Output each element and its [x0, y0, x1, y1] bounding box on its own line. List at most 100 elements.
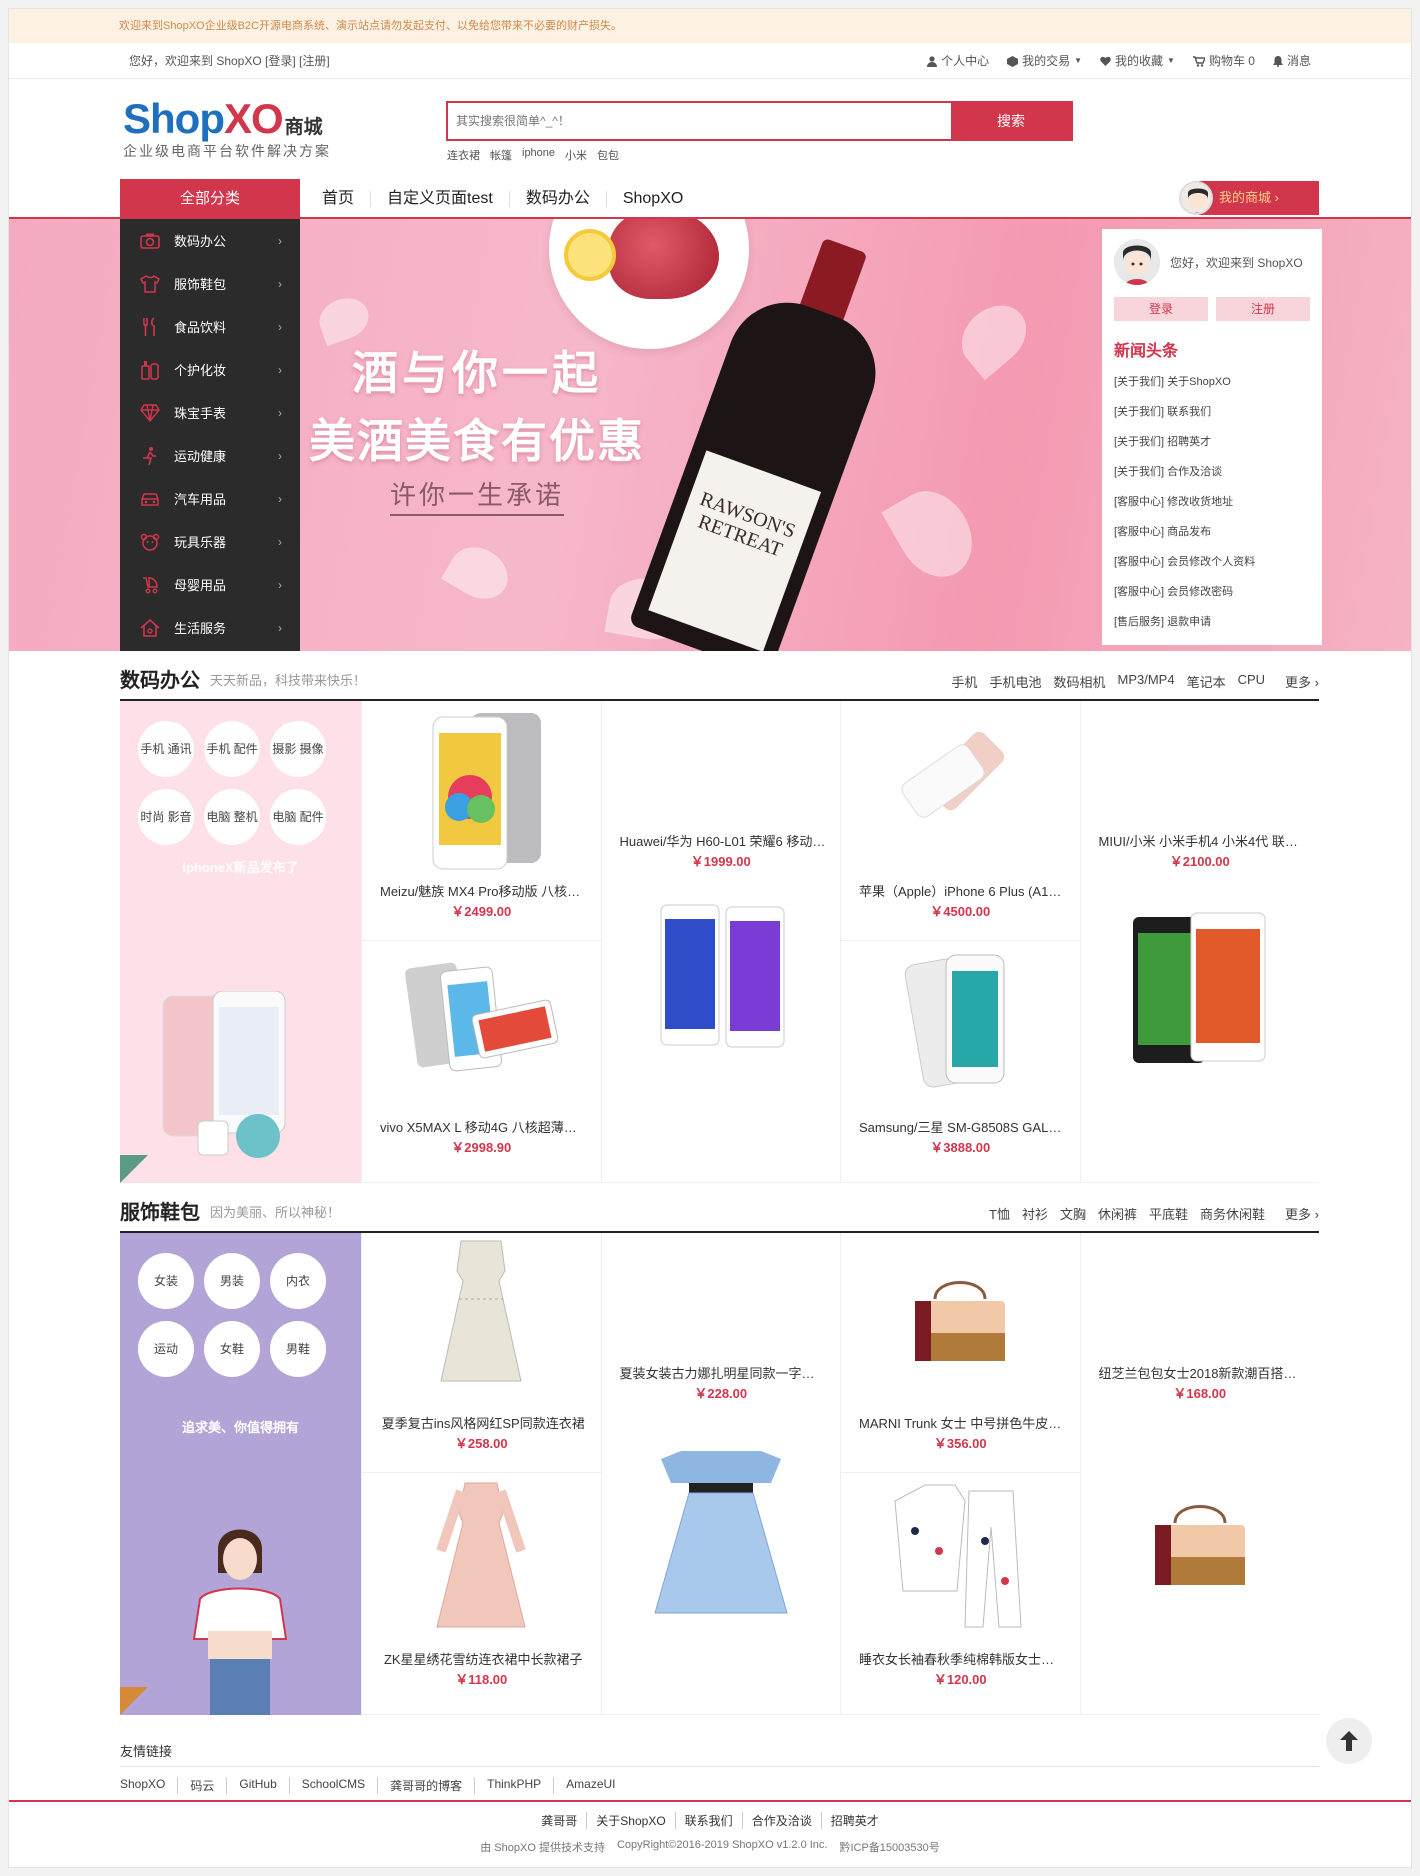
category-clothing[interactable]: 服饰鞋包 ›: [120, 262, 300, 305]
footer-link[interactable]: 关于ShopXO: [586, 1812, 674, 1829]
product-name[interactable]: vivo X5MAX L 移动4G 八核超薄大屏手机: [380, 1117, 587, 1136]
keyword-link[interactable]: CPU: [1238, 672, 1265, 691]
keyword-link[interactable]: 衬衫: [1022, 1204, 1048, 1223]
subcategory-circle[interactable]: 手机 配件: [204, 721, 260, 777]
friend-link[interactable]: SchoolCMS: [288, 1777, 377, 1794]
product-name[interactable]: 苹果（Apple）iPhone 6 Plus (A1524)移动联通电信4G手机: [859, 881, 1066, 900]
product-card[interactable]: Huawei/华为 H60-L01 荣耀6 移动4G版智能手机 ￥1999.00: [600, 701, 840, 1183]
subcategory-circle[interactable]: 内衣: [270, 1253, 326, 1309]
friend-link[interactable]: AmazeUI: [553, 1777, 627, 1794]
category-life[interactable]: 生活服务 ›: [120, 606, 300, 649]
subcategory-circle[interactable]: 男鞋: [270, 1321, 326, 1377]
my-favorites-link[interactable]: 我的收藏 ▼: [1100, 43, 1175, 79]
keyword-link[interactable]: MP3/MP4: [1118, 672, 1175, 691]
promo-panel[interactable]: 手机 通讯 手机 配件 摄影 摄像 时尚 影音 电脑 整机 电脑 配件 ipho…: [120, 701, 361, 1183]
news-item[interactable]: [关于我们] 关于ShopXO: [1114, 367, 1310, 397]
category-food[interactable]: 食品饮料 ›: [120, 305, 300, 348]
subcategory-circle[interactable]: 女装: [138, 1253, 194, 1309]
category-jewelry[interactable]: 珠宝手表 ›: [120, 391, 300, 434]
subcategory-circle[interactable]: 时尚 影音: [138, 789, 194, 845]
keyword-link[interactable]: 休闲裤: [1098, 1204, 1137, 1223]
friend-link[interactable]: GitHub: [226, 1777, 288, 1794]
login-button[interactable]: 登录: [1114, 297, 1208, 321]
register-button[interactable]: 注册: [1216, 297, 1310, 321]
keyword-link[interactable]: T恤: [989, 1204, 1010, 1223]
friend-link[interactable]: 龚哥哥的博客: [377, 1777, 474, 1794]
product-card[interactable]: ZK星星绣花雪纺连衣裙中长款裙子 ￥118.00: [361, 1473, 601, 1715]
keyword-link[interactable]: 数码相机: [1053, 672, 1105, 691]
product-name[interactable]: Samsung/三星 SM-G8508S GALAXY Alpha四核智能手机: [859, 1117, 1066, 1136]
product-card[interactable]: MIUI/小米 小米手机4 小米4代 联通4G智能手机 ￥2100.00: [1079, 701, 1319, 1183]
top-greeting[interactable]: 您好，欢迎来到 ShopXO [登录] [注册]: [129, 43, 330, 79]
search-button[interactable]: 搜索: [951, 103, 1071, 139]
footer-link[interactable]: 合作及洽谈: [741, 1812, 821, 1829]
category-cosmetics[interactable]: 个护化妆 ›: [120, 348, 300, 391]
category-baby[interactable]: 母婴用品 ›: [120, 563, 300, 606]
section-title[interactable]: 服饰鞋包: [120, 1196, 200, 1225]
product-name[interactable]: 夏季复古ins风格网红SP同款连衣裙: [380, 1413, 587, 1432]
news-item[interactable]: [客服中心] 会员修改密码: [1114, 577, 1310, 607]
search-input[interactable]: [448, 103, 951, 139]
keyword-link[interactable]: 笔记本: [1187, 672, 1226, 691]
news-item[interactable]: [关于我们] 合作及洽谈: [1114, 457, 1310, 487]
news-item[interactable]: [客服中心] 修改收货地址: [1114, 487, 1310, 517]
category-auto[interactable]: 汽车用品 ›: [120, 477, 300, 520]
friend-link[interactable]: ShopXO: [120, 1777, 177, 1794]
subcategory-circle[interactable]: 运动: [138, 1321, 194, 1377]
hero-banner[interactable]: RAWSON'S RETREAT 酒与你一起 美酒美食有优惠 许你一生承诺 数码…: [9, 219, 1411, 651]
powered-by-link[interactable]: 由 ShopXO 提供技术支持: [480, 1839, 605, 1855]
product-name[interactable]: 夏装女装古力娜扎明星同款一字领连衣裙: [620, 1363, 827, 1382]
product-name[interactable]: 睡衣女长袖春秋季纯棉韩版女士家居服: [859, 1649, 1066, 1668]
hot-word[interactable]: 帐篷: [490, 147, 512, 163]
promo-panel[interactable]: 女装 男装 内衣 运动 女鞋 男鞋 追求美、你值得拥有: [120, 1233, 361, 1715]
product-card[interactable]: 夏装女装古力娜扎明星同款一字领连衣裙 ￥228.00: [600, 1233, 840, 1715]
cart-link[interactable]: 购物车 0: [1192, 43, 1255, 79]
product-card[interactable]: 夏季复古ins风格网红SP同款连衣裙 ￥258.00: [361, 1233, 601, 1473]
subcategory-circle[interactable]: 男装: [204, 1253, 260, 1309]
product-name[interactable]: Meizu/魅族 MX4 Pro移动版 八核大屏智能手机: [380, 881, 587, 900]
my-store-button[interactable]: 我的商城 ›: [1199, 181, 1319, 215]
logo[interactable]: ShopXO 商城 企业级电商平台软件解决方案: [123, 95, 331, 161]
product-card[interactable]: Meizu/魅族 MX4 Pro移动版 八核大屏智能手机 ￥2499.00: [361, 701, 601, 941]
footer-link[interactable]: 联系我们: [674, 1812, 742, 1829]
subcategory-circle[interactable]: 摄影 摄像: [270, 721, 326, 777]
hot-word[interactable]: 包包: [597, 147, 619, 163]
more-link[interactable]: 更多 ›: [1285, 672, 1319, 691]
product-card[interactable]: Samsung/三星 SM-G8508S GALAXY Alpha四核智能手机 …: [840, 941, 1080, 1183]
product-name[interactable]: Huawei/华为 H60-L01 荣耀6 移动4G版智能手机: [620, 831, 827, 850]
keyword-link[interactable]: 商务休闲鞋: [1200, 1204, 1265, 1223]
news-item[interactable]: [售后服务] 退款申请: [1114, 607, 1310, 637]
footer-link[interactable]: 招聘英才: [820, 1812, 888, 1829]
product-name[interactable]: MIUI/小米 小米手机4 小米4代 联通4G智能手机: [1099, 831, 1306, 850]
icp-link[interactable]: 黔ICP备15003530号: [839, 1839, 939, 1855]
hot-word[interactable]: 小米: [565, 147, 587, 163]
more-link[interactable]: 更多 ›: [1285, 1204, 1319, 1223]
hot-word[interactable]: iphone: [522, 147, 555, 163]
product-card[interactable]: vivo X5MAX L 移动4G 八核超薄大屏手机 ￥2998.90: [361, 941, 601, 1183]
product-name[interactable]: MARNI Trunk 女士 中号拼色牛皮斜挎包: [859, 1413, 1066, 1432]
all-categories-button[interactable]: 全部分类: [120, 179, 300, 219]
product-name[interactable]: 纽芝兰包包女士2018新款潮百搭斜挎包: [1099, 1363, 1306, 1382]
subcategory-circle[interactable]: 手机 通讯: [138, 721, 194, 777]
product-card[interactable]: 苹果（Apple）iPhone 6 Plus (A1524)移动联通电信4G手机…: [840, 701, 1080, 941]
category-sports[interactable]: 运动健康 ›: [120, 434, 300, 477]
product-card[interactable]: 睡衣女长袖春秋季纯棉韩版女士家居服 ￥120.00: [840, 1473, 1080, 1715]
subcategory-circle[interactable]: 电脑 整机: [204, 789, 260, 845]
subcategory-circle[interactable]: 电脑 配件: [270, 789, 326, 845]
keyword-link[interactable]: 手机: [951, 672, 977, 691]
news-item[interactable]: [客服中心] 商品发布: [1114, 517, 1310, 547]
subcategory-circle[interactable]: 女鞋: [204, 1321, 260, 1377]
product-card[interactable]: MARNI Trunk 女士 中号拼色牛皮斜挎包 ￥356.00: [840, 1233, 1080, 1473]
nav-shopxo[interactable]: ShopXO: [605, 191, 699, 207]
news-item[interactable]: [关于我们] 联系我们: [1114, 397, 1310, 427]
product-name[interactable]: ZK星星绣花雪纺连衣裙中长款裙子: [380, 1649, 587, 1668]
nav-home[interactable]: 首页: [314, 191, 370, 207]
news-item[interactable]: [关于我们] 招聘英才: [1114, 427, 1310, 457]
category-digital[interactable]: 数码办公 ›: [120, 219, 300, 262]
nav-custom-page[interactable]: 自定义页面test: [370, 191, 509, 207]
keyword-link[interactable]: 手机电池: [989, 672, 1041, 691]
nav-digital-office[interactable]: 数码办公: [508, 191, 606, 207]
back-to-top-button[interactable]: [1326, 1718, 1372, 1764]
messages-link[interactable]: 消息: [1272, 43, 1311, 79]
my-store[interactable]: 我的商城 ›: [1179, 181, 1319, 215]
